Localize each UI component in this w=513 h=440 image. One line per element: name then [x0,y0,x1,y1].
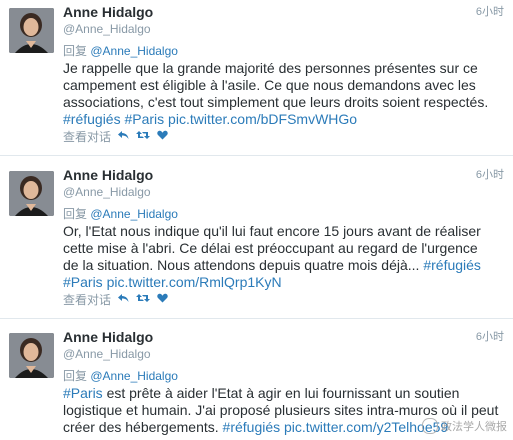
retweet-icon[interactable] [136,293,151,306]
reply-context: 回复 @Anne_Hidalgo [63,205,178,222]
tweet-actions: 查看对话 [63,128,168,145]
tweet-text-line: Je rappelle que la grande majorité des p… [63,60,508,77]
timestamp[interactable]: 6小时 [476,166,504,182]
tweet-link[interactable]: #Paris pic.twitter.com/RmlQrp1KyN [63,274,282,290]
reply-prefix: 回复 [63,369,88,383]
view-conversation-link[interactable]: 查看对话 [63,128,111,145]
tweet-text-segment: Je rappelle que la grande majorité des p… [63,60,478,76]
tweet-link[interactable]: #réfugiés #Paris pic.twitter.com/bDFSmvW… [63,111,357,127]
reply-mention-link[interactable]: @Anne_Hidalgo [90,44,178,58]
author-handle[interactable]: @Anne_Hidalgo [63,347,151,361]
divider [0,155,513,156]
tweet-card[interactable]: Anne Hidalgo @Anne_Hidalgo 6小时 回复 @Anne_… [0,0,513,150]
tweet-text: Or, l'Etat nous indique qu'il lui faut e… [63,223,508,291]
tweet-text-segment: cette mise à l'abri. Ce délai est préocc… [63,240,478,256]
tweet-text-line: logistique et humain. J'ai proposé plusi… [63,402,508,419]
reply-mention-link[interactable]: @Anne_Hidalgo [90,369,178,383]
tweet-text-line: campement est éligible à l'asile. Ce que… [63,77,508,94]
tweet-text-segment: associations, c'est tout simplement que … [63,94,489,110]
tweet-text-line: de la situation. Nous attendons depuis q… [63,257,508,274]
tweet-timeline: Anne Hidalgo @Anne_Hidalgo 6小时 回复 @Anne_… [0,0,513,440]
timestamp[interactable]: 6小时 [476,3,504,19]
watermark-logo-icon [422,418,438,434]
author-handle[interactable]: @Anne_Hidalgo [63,22,151,36]
reply-context: 回复 @Anne_Hidalgo [63,367,178,384]
reply-context: 回复 @Anne_Hidalgo [63,42,178,59]
reply-prefix: 回复 [63,44,88,58]
watermark: 政法学人微报 [422,418,507,434]
author-name[interactable]: Anne Hidalgo [63,167,153,183]
tweet-link[interactable]: #Paris [63,385,103,401]
author-name[interactable]: Anne Hidalgo [63,4,153,20]
tweet-text: Je rappelle que la grande majorité des p… [63,60,508,128]
tweet-text-line: #Paris est prête à aider l'Etat à agir e… [63,385,508,402]
tweet-actions: 查看对话 [63,291,168,308]
avatar[interactable] [9,333,54,378]
reply-mention-link[interactable]: @Anne_Hidalgo [90,207,178,221]
tweet-link[interactable]: #réfugiés pic.twitter.com/y2Telhoe59 [223,419,449,435]
tweet-text-line: associations, c'est tout simplement que … [63,94,508,111]
tweet-text-segment: créer des hébergements. [63,419,223,435]
timestamp[interactable]: 6小时 [476,328,504,344]
tweet-card[interactable]: Anne Hidalgo @Anne_Hidalgo 6小时 回复 @Anne_… [0,163,513,313]
heart-icon[interactable] [157,130,168,143]
avatar[interactable] [9,8,54,53]
retweet-icon[interactable] [136,130,151,143]
tweet-link[interactable]: #réfugiés [423,257,481,273]
tweet-text-segment: est prête à aider l'Etat à agir en lui f… [102,385,460,401]
tweet-text-segment: logistique et humain. J'ai proposé plusi… [63,402,499,418]
tweet-text-segment: Or, l'Etat nous indique qu'il lui faut e… [63,223,481,239]
view-conversation-link[interactable]: 查看对话 [63,291,111,308]
tweet-text-segment: campement est éligible à l'asile. Ce que… [63,77,476,93]
tweet-text-line: Or, l'Etat nous indique qu'il lui faut e… [63,223,508,240]
heart-icon[interactable] [157,293,168,306]
tweet-text-segment: de la situation. Nous attendons depuis q… [63,257,424,273]
divider [0,318,513,319]
tweet-text-line: #Paris pic.twitter.com/RmlQrp1KyN [63,274,508,291]
reply-prefix: 回复 [63,207,88,221]
author-handle[interactable]: @Anne_Hidalgo [63,185,151,199]
avatar[interactable] [9,171,54,216]
reply-icon[interactable] [118,293,129,306]
tweet-text-line: cette mise à l'abri. Ce délai est préocc… [63,240,508,257]
author-name[interactable]: Anne Hidalgo [63,329,153,345]
tweet-text-line: #réfugiés #Paris pic.twitter.com/bDFSmvW… [63,111,508,128]
reply-icon[interactable] [118,130,129,143]
watermark-text: 政法学人微报 [441,421,507,433]
